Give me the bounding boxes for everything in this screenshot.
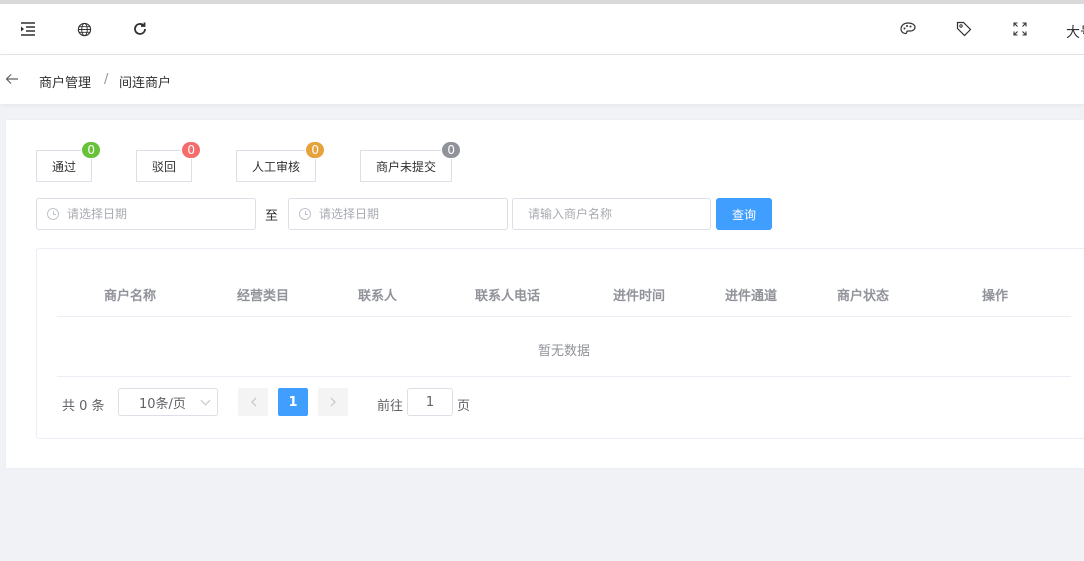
filter-rejected-label: 驳回 <box>151 159 176 174</box>
page-size-value: 10条/页 <box>139 396 186 412</box>
chevron-left-icon <box>250 397 256 407</box>
start-date-input[interactable] <box>67 207 255 221</box>
table-body-divider <box>57 376 1071 377</box>
font-size-label[interactable]: 大号 <box>1066 22 1084 42</box>
query-button[interactable]: 查询 <box>716 198 772 230</box>
column-header-submit-time[interactable]: 进件时间 <box>613 285 665 304</box>
column-header-merchant-name[interactable]: 商户名称 <box>104 285 156 304</box>
goto-page-field[interactable] <box>407 388 453 416</box>
table-header-divider <box>57 316 1071 317</box>
page-number-1[interactable]: 1 <box>278 388 308 416</box>
globe-icon[interactable] <box>73 18 95 40</box>
breadcrumb-item-merchant-management[interactable]: 商户管理 <box>39 72 91 91</box>
start-date-picker[interactable] <box>36 198 256 230</box>
breadcrumb-separator: / <box>104 72 109 87</box>
chevron-down-icon <box>200 395 211 406</box>
refresh-icon[interactable] <box>129 18 151 40</box>
prev-page-button[interactable] <box>238 388 268 416</box>
tag-icon[interactable] <box>953 18 975 40</box>
breadcrumb-item-indirect-merchant: 间连商户 <box>119 76 172 91</box>
goto-page-input[interactable] <box>410 394 450 410</box>
merchant-name-input[interactable] <box>528 207 710 221</box>
column-header-contact[interactable]: 联系人 <box>358 285 397 304</box>
column-header-contact-phone[interactable]: 联系人电话 <box>475 285 540 304</box>
filter-manual-review-label: 人工审核 <box>251 159 300 174</box>
top-navbar: 大号 <box>0 0 1084 55</box>
end-date-input[interactable] <box>319 207 507 221</box>
manual-review-count-badge: 0 <box>305 141 325 159</box>
column-header-business-category[interactable]: 经营类目 <box>237 285 289 304</box>
filter-not-submitted-label: 商户未提交 <box>375 159 436 174</box>
next-page-button[interactable] <box>318 388 348 416</box>
rejected-count-badge: 0 <box>181 141 201 159</box>
breadcrumb: 商户管理 / 间连商户 <box>0 55 1084 104</box>
pagination-total: 共 0 条 <box>62 399 105 414</box>
filter-approved-label: 通过 <box>51 159 76 174</box>
page-size-select[interactable]: 10条/页 <box>118 388 218 416</box>
main-card: 通过 0 驳回 0 人工审核 0 商户未提交 0 至 查询 商户名称 经营类目 … <box>5 119 1084 469</box>
date-range-separator: 至 <box>265 209 279 224</box>
back-arrow-icon[interactable] <box>3 70 21 88</box>
menu-fold-icon[interactable] <box>17 18 39 40</box>
clock-icon <box>299 208 311 220</box>
column-header-merchant-status[interactable]: 商户状态 <box>837 285 889 304</box>
theme-palette-icon[interactable] <box>897 18 919 40</box>
merchant-table: 商户名称 经营类目 联系人 联系人电话 进件时间 进件通道 商户状态 操作 暂无… <box>36 248 1084 439</box>
column-header-submit-channel[interactable]: 进件通道 <box>725 285 777 304</box>
clock-icon <box>47 208 59 220</box>
filter-manual-review-button[interactable]: 人工审核 0 <box>236 141 325 182</box>
filter-rejected-button[interactable]: 驳回 0 <box>136 141 201 182</box>
filter-approved-button[interactable]: 通过 0 <box>36 141 101 182</box>
column-header-actions[interactable]: 操作 <box>982 285 1008 304</box>
empty-state-text: 暂无数据 <box>537 344 590 359</box>
filter-not-submitted-button[interactable]: 商户未提交 0 <box>360 141 461 182</box>
not-submitted-count-badge: 0 <box>441 141 461 159</box>
chevron-right-icon <box>330 397 336 407</box>
goto-prefix: 前往 <box>377 399 404 414</box>
approved-count-badge: 0 <box>81 141 101 159</box>
fullscreen-icon[interactable] <box>1009 18 1031 40</box>
merchant-name-field[interactable] <box>512 198 711 230</box>
goto-suffix: 页 <box>457 399 471 414</box>
end-date-picker[interactable] <box>288 198 508 230</box>
